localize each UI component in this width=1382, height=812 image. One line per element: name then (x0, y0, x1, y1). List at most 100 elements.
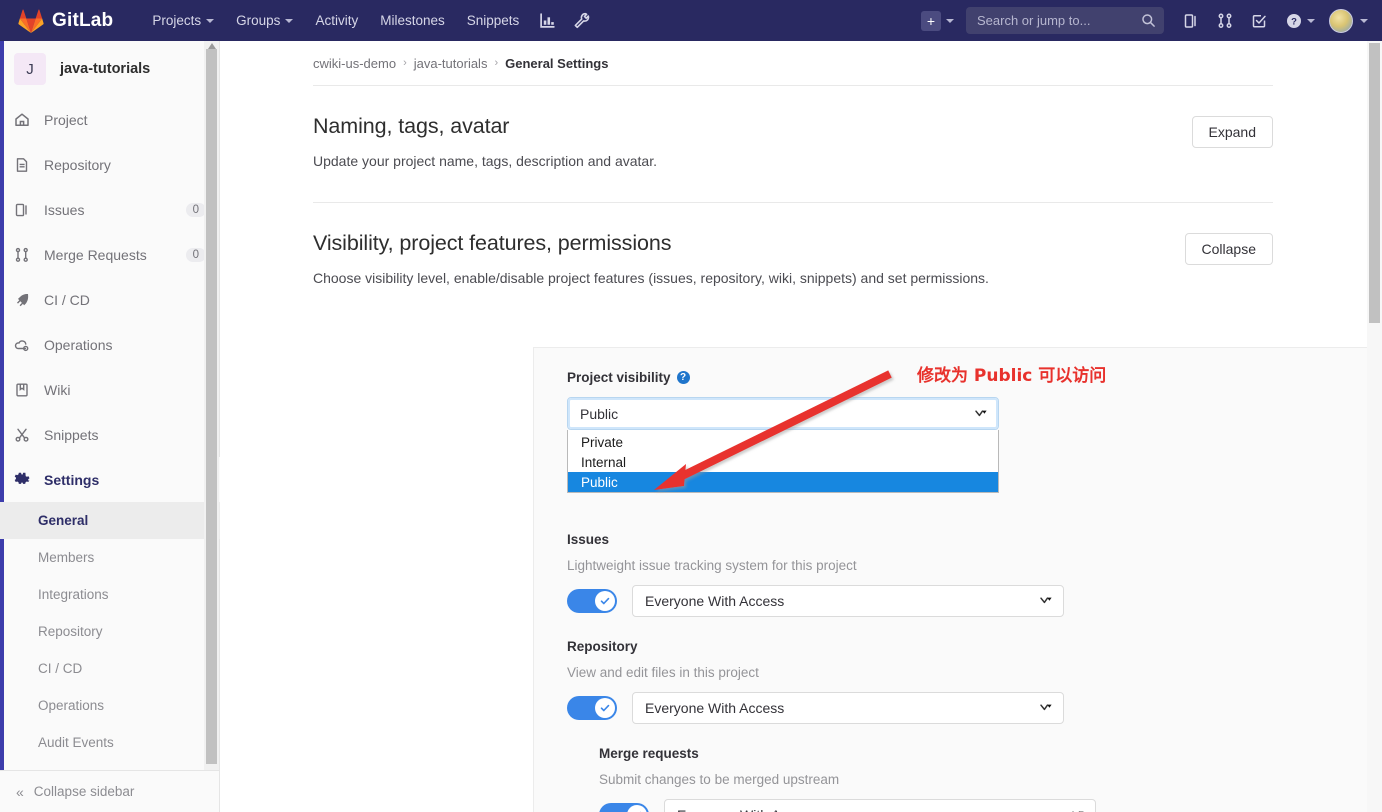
visibility-settings-card: Project visibility ? Public Private Inte… (533, 347, 1367, 812)
breadcrumb-group[interactable]: cwiki-us-demo (313, 56, 396, 71)
section-visibility-features-permissions: Visibility, project features, permission… (313, 203, 1273, 319)
sidebar-item-label: Operations (44, 337, 206, 353)
sidebar-subitem-integrations[interactable]: Integrations (0, 576, 220, 613)
merge-requests-toggle[interactable] (599, 803, 649, 812)
search-placeholder: Search or jump to... (977, 13, 1141, 28)
plus-icon: + (921, 11, 941, 31)
nav-link-projects[interactable]: Projects (141, 0, 225, 41)
feature-controls: Everyone With Access (599, 799, 1367, 812)
sidebar-item-label: Issues (44, 202, 186, 218)
sidebar-item-project[interactable]: Project (0, 97, 220, 142)
main-scrollbar[interactable] (1367, 41, 1382, 812)
feature-description: Submit changes to be merged upstream (599, 772, 1367, 787)
sidebar-item-snippets[interactable]: Snippets (0, 412, 220, 457)
nav-link-label: Groups (236, 13, 280, 28)
sidebar-item-label: Merge Requests (44, 247, 186, 263)
analytics-icon[interactable] (530, 0, 564, 41)
sidebar-item-label: CI / CD (44, 292, 206, 308)
sidebar-item-label: Settings (44, 472, 206, 488)
sidebar-project-header[interactable]: J java-tutorials (0, 41, 220, 97)
breadcrumb-project[interactable]: java-tutorials (414, 56, 488, 71)
breadcrumb: cwiki-us-demo › java-tutorials › General… (220, 41, 1367, 85)
sidebar-item-operations[interactable]: Operations (0, 322, 220, 367)
chevron-down-icon (1071, 808, 1087, 812)
issues-icon[interactable] (1174, 0, 1208, 41)
feature-description: View and edit files in this project (567, 665, 1367, 680)
sidebar-item-repository[interactable]: Repository (0, 142, 220, 187)
merge-requests-icon[interactable] (1208, 0, 1242, 41)
repository-toggle[interactable] (567, 696, 617, 720)
issues-toggle[interactable] (567, 589, 617, 613)
svg-text:?: ? (1291, 16, 1297, 27)
help-icon[interactable]: ? (677, 371, 690, 384)
collapse-sidebar-label: Collapse sidebar (34, 784, 135, 799)
todos-icon[interactable] (1242, 0, 1276, 41)
sidebar-subitem-ci-cd[interactable]: CI / CD (0, 650, 220, 687)
top-navigation-bar: GitLab Projects Groups Activity Mileston… (0, 0, 1382, 41)
chevron-down-icon (946, 19, 954, 23)
sidebar-subitem-audit-events[interactable]: Audit Events (0, 724, 220, 761)
user-menu-button[interactable] (1321, 9, 1368, 33)
visibility-option-public[interactable]: Public (568, 472, 998, 492)
feature-title: Merge requests (599, 746, 1367, 761)
feature-title: Repository (567, 639, 1367, 654)
chevron-down-icon (974, 407, 990, 421)
sidebar-scrollbar-thumb[interactable] (206, 49, 217, 764)
feature-merge-requests: Merge requests Submit changes to be merg… (599, 746, 1367, 812)
create-new-button[interactable]: + (913, 0, 962, 41)
doc-icon (14, 157, 34, 173)
project-avatar: J (14, 53, 46, 85)
merge-request-icon (14, 247, 34, 263)
sidebar-subitem-general[interactable]: General (0, 502, 220, 539)
sidebar-item-badge: 0 (186, 203, 206, 217)
sidebar-item-wiki[interactable]: Wiki (0, 367, 220, 412)
brand-name: GitLab (52, 10, 113, 32)
visibility-option-internal[interactable]: Internal (568, 452, 998, 472)
sidebar-subitem-repository[interactable]: Repository (0, 613, 220, 650)
section-description: Update your project name, tags, descript… (313, 152, 1192, 172)
help-button[interactable]: ? (1276, 0, 1321, 41)
sidebar-item-merge-requests[interactable]: Merge Requests 0 (0, 232, 220, 277)
nav-link-snippets[interactable]: Snippets (456, 0, 531, 41)
project-visibility-dropdown[interactable]: Private Internal Public (567, 430, 999, 493)
sidebar-item-issues[interactable]: Issues 0 (0, 187, 220, 232)
nav-link-label: Projects (152, 13, 201, 28)
gitlab-logo-icon[interactable] (18, 9, 44, 33)
toggle-knob-check-icon (627, 805, 647, 812)
sidebar-subitem-members[interactable]: Members (0, 539, 220, 576)
project-visibility-label-text: Project visibility (567, 370, 671, 385)
nav-link-groups[interactable]: Groups (225, 0, 304, 41)
search-icon (1141, 13, 1156, 28)
nav-link-milestones[interactable]: Milestones (369, 0, 456, 41)
toggle-knob-check-icon (595, 698, 615, 718)
sidebar-scrollbar[interactable] (204, 41, 219, 770)
issues-access-select[interactable]: Everyone With Access (632, 585, 1064, 617)
issues-icon (14, 202, 34, 218)
sidebar-subitem-operations[interactable]: Operations (0, 687, 220, 724)
project-visibility-select[interactable]: Public (567, 397, 999, 430)
sidebar-item-ci-cd[interactable]: CI / CD (0, 277, 220, 322)
toggle-knob-check-icon (595, 591, 615, 611)
sidebar-item-label: Repository (44, 157, 206, 173)
avatar (1329, 9, 1353, 33)
project-visibility-value: Public (580, 406, 974, 422)
sidebar-item-settings[interactable]: Settings (0, 457, 220, 502)
chevron-down-icon (1307, 19, 1315, 23)
sidebar-item-label: Wiki (44, 382, 206, 398)
collapse-button[interactable]: Collapse (1185, 233, 1273, 265)
visibility-option-private[interactable]: Private (568, 432, 998, 452)
chevron-double-left-icon: « (16, 784, 24, 800)
wrench-icon[interactable] (564, 0, 598, 41)
section-title: Visibility, project features, permission… (313, 231, 1185, 256)
home-icon (14, 112, 34, 128)
chevron-down-icon (206, 19, 214, 23)
collapse-sidebar-button[interactable]: « Collapse sidebar (0, 770, 219, 812)
main-scrollbar-thumb[interactable] (1369, 43, 1380, 323)
cloud-gear-icon (14, 337, 34, 353)
expand-button[interactable]: Expand (1192, 116, 1273, 148)
feature-title: Issues (567, 532, 1367, 547)
merge-requests-access-select[interactable]: Everyone With Access (664, 799, 1096, 812)
repository-access-select[interactable]: Everyone With Access (632, 692, 1064, 724)
nav-link-activity[interactable]: Activity (304, 0, 369, 41)
search-input[interactable]: Search or jump to... (966, 7, 1164, 34)
